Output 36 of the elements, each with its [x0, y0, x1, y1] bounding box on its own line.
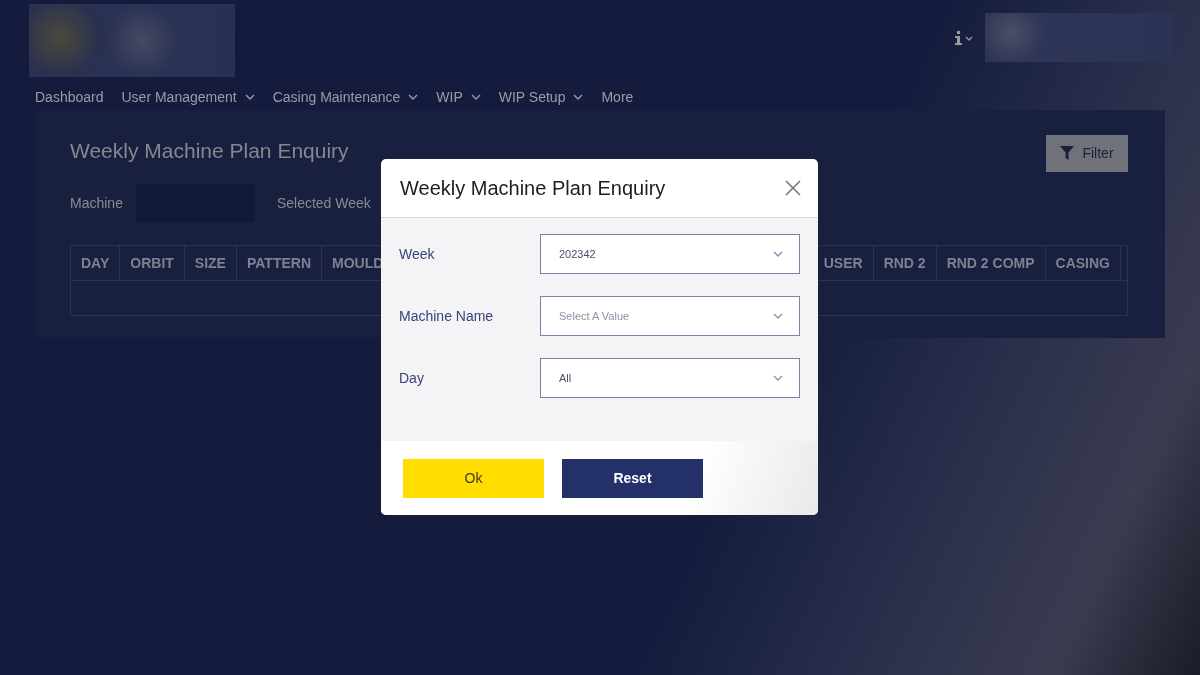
chevron-down-icon — [773, 313, 783, 319]
select-field[interactable]: 202342 — [540, 234, 800, 274]
nav-menu-item[interactable]: WIP Setup — [498, 84, 584, 110]
field-label: Week — [399, 246, 435, 262]
chevron-down-icon — [573, 94, 584, 100]
nav-menu-item[interactable]: More — [601, 84, 634, 110]
selected-week-label: Selected Week — [276, 195, 371, 211]
column-header: RND 2 — [873, 246, 937, 280]
chevron-down-icon — [773, 375, 783, 381]
field-label: Machine Name — [399, 308, 494, 324]
filter-icon — [1060, 146, 1075, 160]
nav-menu-item[interactable]: User Management — [121, 84, 255, 110]
reset-button[interactable]: Reset — [562, 458, 703, 498]
nav-menu-item[interactable]: WIP — [436, 84, 481, 110]
info-icon[interactable] — [955, 30, 973, 45]
nav-menu-item[interactable]: Dashboard — [35, 84, 104, 110]
machine-label: Machine — [70, 195, 123, 211]
dialog-title: Weekly Machine Plan Enquiry — [400, 176, 666, 200]
chevron-down-icon — [408, 94, 419, 100]
page-title: Weekly Machine Plan Enquiry — [70, 139, 349, 163]
filter-button[interactable]: Filter — [1046, 134, 1128, 172]
chevron-down-icon — [773, 251, 783, 257]
select-field[interactable]: All — [540, 358, 800, 398]
column-header: ORBIT — [120, 246, 185, 280]
column-header: CASING — [1045, 246, 1121, 280]
select-field[interactable]: Select A Value — [540, 296, 800, 336]
chevron-down-icon — [244, 94, 255, 100]
close-icon[interactable] — [785, 180, 801, 196]
field-label: Day — [399, 370, 424, 386]
column-header: SIZE — [184, 246, 237, 280]
chevron-down-icon — [470, 94, 481, 100]
column-header: RND 2 COMP — [936, 246, 1046, 280]
column-header: DAY — [71, 246, 121, 280]
ok-button[interactable]: Ok — [403, 458, 544, 498]
column-header: PATTERN — [236, 246, 322, 280]
nav-menu-item[interactable]: Casing Maintenance — [272, 84, 419, 110]
